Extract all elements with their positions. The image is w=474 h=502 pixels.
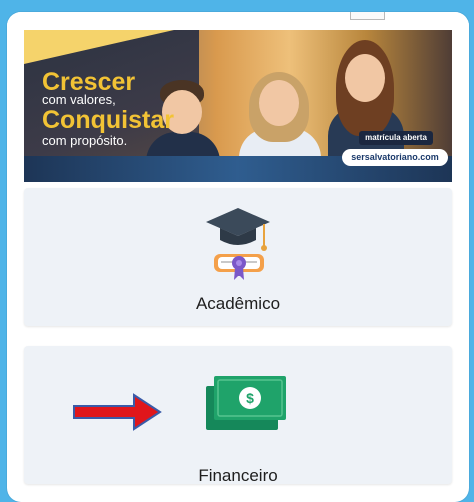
enrollment-badge: matrícula aberta [359,131,433,145]
top-strip [7,12,469,30]
svg-text:$: $ [246,390,254,406]
money-icon: $ [206,376,286,430]
website-link[interactable]: sersalvatoriano.com [342,149,448,166]
academico-label: Acadêmico [195,294,281,313]
banner-subline-2: com propósito. [42,133,128,148]
banner-ribbon [24,30,174,64]
banner-headline-2: Conquistar [42,106,174,134]
app-window: Crescer com valores, Conquistar com prop… [7,12,469,502]
graduation-cap-icon [206,208,270,280]
arrow-right-icon [73,393,162,431]
menu-handle[interactable] [350,12,385,20]
promo-banner[interactable]: Crescer com valores, Conquistar com prop… [24,30,452,182]
academico-card[interactable]: Acadêmico [24,188,452,326]
banner-subline-1: com valores, [42,92,116,107]
financeiro-label: Financeiro [198,466,278,485]
financeiro-card[interactable]: $ Financeiro [24,346,452,485]
